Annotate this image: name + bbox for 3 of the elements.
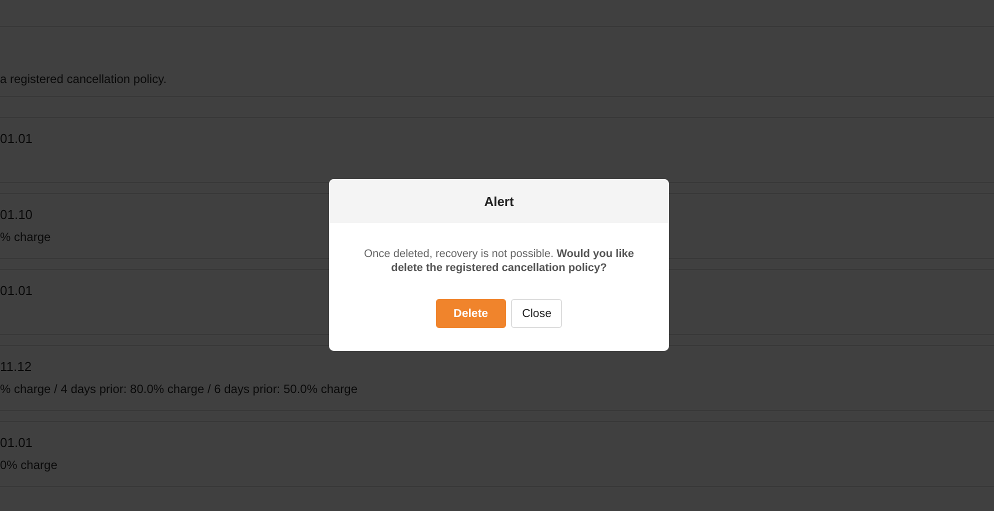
dialog-title: Alert bbox=[484, 194, 514, 208]
close-button[interactable]: Close bbox=[511, 299, 562, 328]
dialog-message: Once deleted, recovery is not possible. Would you like delete the registered cancellation policy? bbox=[363, 247, 635, 275]
